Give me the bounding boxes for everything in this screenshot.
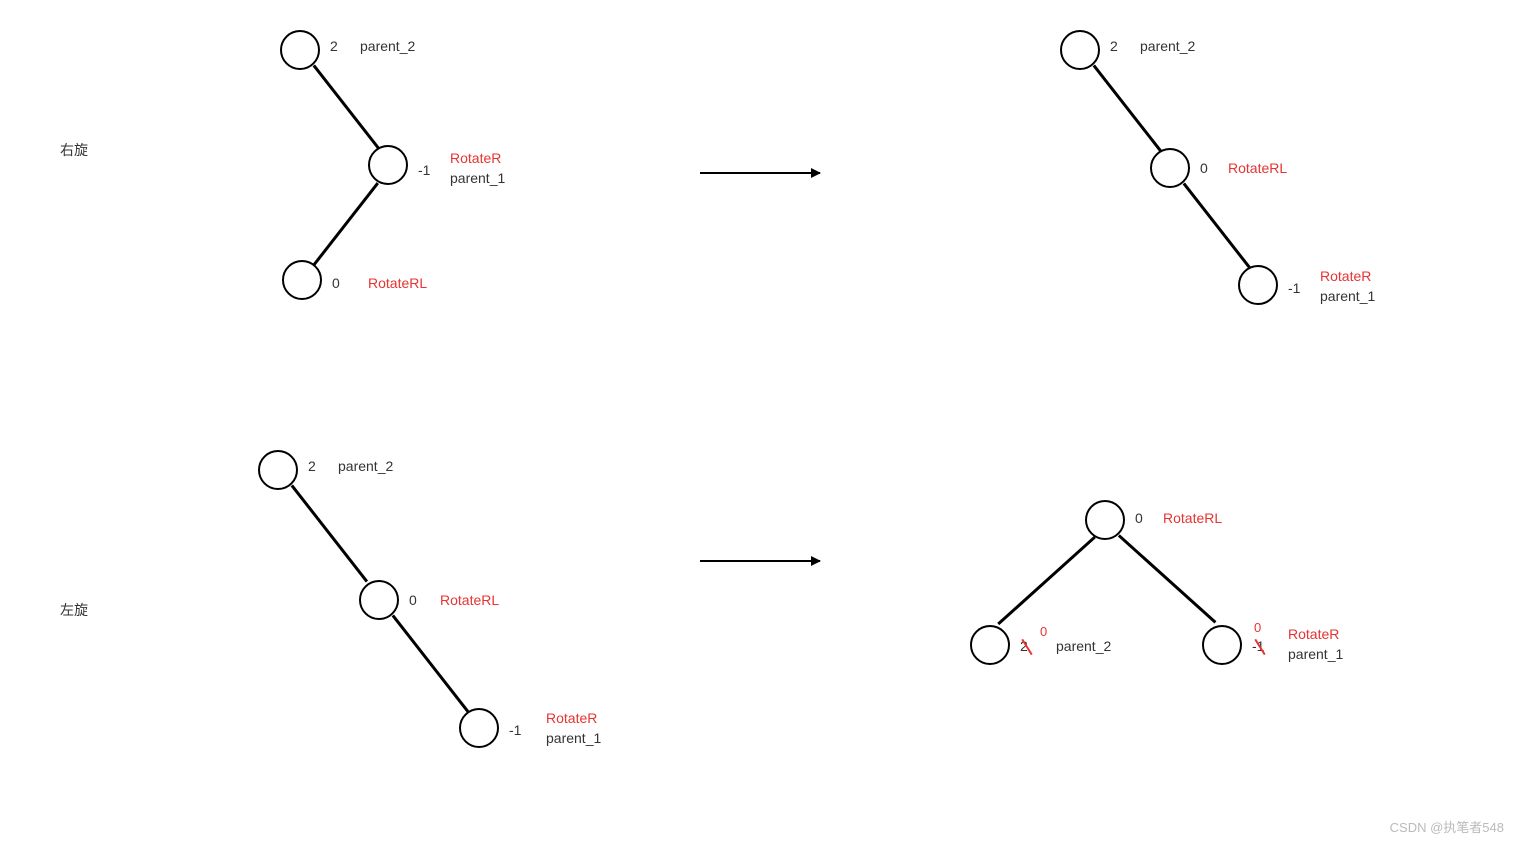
rotation-label-1: 右旋 <box>60 140 88 160</box>
node-red-label: RotateR <box>546 710 597 726</box>
bf-label: 2 <box>330 38 338 54</box>
bf-label: 2 <box>1110 38 1118 54</box>
node-red-label: RotateR <box>450 150 501 166</box>
bf-label: 0 <box>1135 510 1143 526</box>
node-label: parent_2 <box>360 38 415 54</box>
bf-label: -1 <box>418 162 430 178</box>
tree-edge <box>1183 182 1253 270</box>
node-red-label: RotateRL <box>1228 160 1287 176</box>
bf-label-new: 0 <box>1254 620 1261 635</box>
node-label: parent_2 <box>1056 638 1111 654</box>
tree-node <box>1202 625 1242 665</box>
bf-label: 0 <box>332 275 340 291</box>
tree-node <box>970 625 1010 665</box>
bf-label-new: 0 <box>1040 624 1047 639</box>
tree-node <box>368 145 408 185</box>
node-label: parent_1 <box>1320 288 1375 304</box>
tree-edge <box>291 484 368 582</box>
node-red-label: RotateRL <box>368 275 427 291</box>
tree-edge <box>1093 64 1163 152</box>
bf-label: 2 <box>308 458 316 474</box>
node-red-label: RotateR <box>1320 268 1371 284</box>
tree-node <box>459 708 499 748</box>
watermark: CSDN @执笔者548 <box>1390 817 1504 836</box>
node-label: parent_1 <box>1288 646 1343 662</box>
tree-edge <box>1118 534 1216 623</box>
node-red-label: RotateR <box>1288 626 1339 642</box>
tree-edge <box>998 536 1096 625</box>
transform-arrow <box>700 172 820 174</box>
bf-label: 0 <box>1200 160 1208 176</box>
node-label: parent_2 <box>338 458 393 474</box>
tree-node <box>282 260 322 300</box>
transform-arrow <box>700 560 820 562</box>
node-red-label: RotateRL <box>440 592 499 608</box>
node-label: parent_1 <box>546 730 601 746</box>
tree-edge <box>311 182 379 269</box>
rotation-label-2: 左旋 <box>60 600 88 620</box>
node-label: parent_1 <box>450 170 505 186</box>
tree-edge <box>392 614 469 712</box>
bf-label: -1 <box>1288 280 1300 296</box>
bf-label: 0 <box>409 592 417 608</box>
tree-node <box>1238 265 1278 305</box>
node-red-label: RotateRL <box>1163 510 1222 526</box>
bf-label: -1 <box>509 722 521 738</box>
tree-edge <box>313 64 381 151</box>
node-label: parent_2 <box>1140 38 1195 54</box>
